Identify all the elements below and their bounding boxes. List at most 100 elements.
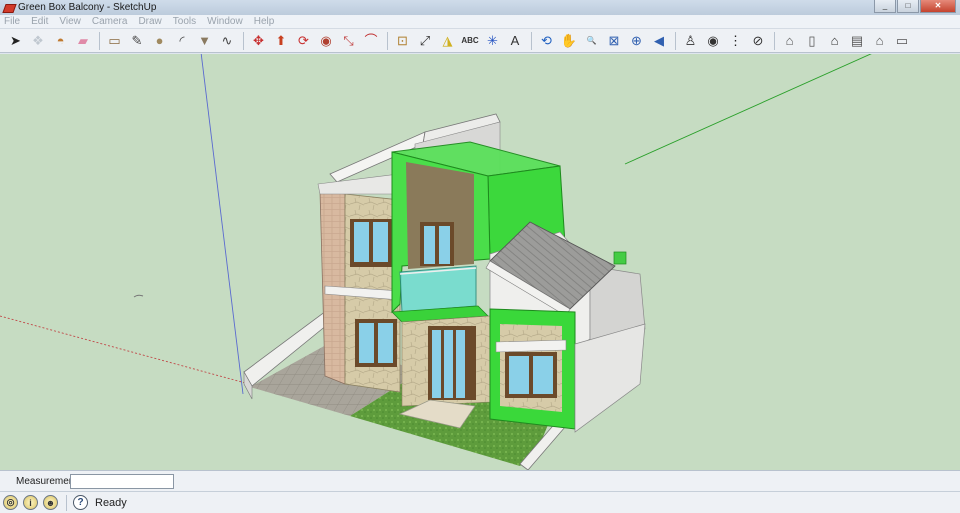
rectangle-tool[interactable]: ▭ (104, 30, 125, 51)
maximize-button[interactable]: □ (897, 0, 919, 13)
title-bar: Green Box Balcony - SketchUp _ □ ✕ (0, 0, 960, 15)
text-icon: ABC (461, 35, 479, 45)
zoom-extents-icon: ⊕ (631, 33, 642, 48)
eraser-tool[interactable]: ▰ (73, 30, 94, 51)
position-camera-tool[interactable]: ♙ (680, 30, 701, 51)
circle-icon: ● (155, 33, 164, 48)
minimize-button[interactable]: _ (874, 0, 896, 13)
paint-bucket-icon: ◓ (56, 33, 65, 48)
model-scene[interactable] (0, 54, 960, 470)
main-toolbar: ➤ ❖ ◓ ▰ ▭ ✎ ● ◜ ▼ ∿ ✥ ⬆ ⟳ ◉ ⤡ ⌒ ⊡ ⤢ ◮ ABC ✳ A ⟲ ✋ 🔍 ⊠ ⊕ ◀ ♙ ◉ ⋮ ⊘ ⌂ ▯ ⌂ ▤ ⌂ ▭ (0, 29, 960, 53)
sketchup-logo-icon (3, 2, 14, 13)
geo-location-icon[interactable]: ◎ (3, 495, 18, 510)
green-axis (624, 54, 872, 165)
menu-view[interactable]: View (59, 16, 81, 27)
3d-text-icon: A (510, 33, 520, 48)
move-tool[interactable]: ✥ (248, 30, 269, 51)
front-view[interactable]: ⌂ (824, 30, 845, 51)
menu-tools[interactable]: Tools (173, 16, 196, 27)
line-tool[interactable]: ✎ (127, 30, 148, 51)
polygon-tool[interactable]: ▼ (194, 30, 215, 51)
text-tool[interactable]: ABC (460, 30, 481, 51)
user-icon[interactable]: ☻ (43, 495, 58, 510)
back-view[interactable]: ⌂ (869, 30, 890, 51)
menu-window[interactable]: Window (207, 16, 243, 27)
measurements-bar: Measurements (0, 470, 960, 491)
status-bar: ◎ i ☻ ? Ready (0, 491, 960, 513)
measurements-label: Measurements (16, 475, 83, 487)
toolbar-separator (243, 31, 244, 50)
stray-edge (133, 294, 144, 298)
hand-icon: ✋ (560, 33, 578, 48)
make-component-tool[interactable]: ❖ (28, 30, 49, 51)
section-plane-tool[interactable]: ⊘ (748, 30, 769, 51)
circle-tool[interactable]: ● (149, 30, 170, 51)
magnifier-icon: 🔍 (586, 35, 597, 45)
offset-tool[interactable]: ⌒ (361, 30, 382, 51)
tape-measure-icon: ⊡ (397, 33, 408, 48)
left-view[interactable]: ▭ (892, 30, 913, 51)
zoom-window-tool[interactable]: ⊠ (604, 30, 625, 51)
previous-view-tool[interactable]: ◀ (649, 30, 670, 51)
freehand-tool[interactable]: ∿ (217, 30, 238, 51)
polygon-icon: ▼ (198, 33, 211, 48)
section-plane-icon: ⊘ (752, 33, 764, 48)
zoom-tool[interactable]: 🔍 (581, 30, 602, 51)
help-icon[interactable]: ? (73, 495, 88, 510)
protractor-tool[interactable]: ◮ (437, 30, 458, 51)
window-controls: _ □ ✕ (874, 0, 956, 13)
freehand-icon: ∿ (221, 33, 233, 48)
right-view[interactable]: ▤ (847, 30, 868, 51)
iso-view[interactable]: ⌂ (779, 30, 800, 51)
zoom-window-icon: ⊠ (608, 33, 620, 48)
eye-icon: ◉ (707, 33, 719, 48)
close-button[interactable]: ✕ (920, 0, 956, 13)
eraser-icon: ▰ (78, 33, 88, 48)
toolbar-separator (99, 31, 100, 50)
credits-icon[interactable]: i (23, 495, 38, 510)
previous-view-icon: ◀ (654, 33, 664, 48)
left-house-icon: ▭ (895, 33, 909, 48)
measurements-input[interactable] (70, 473, 174, 489)
tape-measure-tool[interactable]: ⊡ (392, 30, 413, 51)
axes-icon: ✳ (487, 33, 498, 48)
right-house-icon: ▤ (850, 33, 864, 48)
3d-text-tool[interactable]: A (505, 30, 526, 51)
scale-icon: ⤡ (343, 33, 354, 48)
window-title: Green Box Balcony - SketchUp (18, 2, 157, 13)
follow-me-icon: ◉ (320, 33, 332, 48)
follow-me-tool[interactable]: ◉ (316, 30, 337, 51)
menu-file[interactable]: File (4, 16, 20, 27)
arc-tool[interactable]: ◜ (172, 30, 193, 51)
top-view[interactable]: ▯ (802, 30, 823, 51)
menu-edit[interactable]: Edit (31, 16, 48, 27)
drawing-viewport[interactable] (0, 54, 960, 470)
paint-bucket-tool[interactable]: ◓ (50, 30, 71, 51)
menu-draw[interactable]: Draw (138, 16, 161, 27)
rotate-icon: ⟳ (298, 33, 309, 48)
menu-help[interactable]: Help (254, 16, 275, 27)
toolbar-separator (675, 31, 676, 50)
axes-tool[interactable]: ✳ (482, 30, 503, 51)
top-house-icon: ▯ (808, 33, 816, 48)
menu-camera[interactable]: Camera (92, 16, 128, 27)
pan-tool[interactable]: ✋ (559, 30, 580, 51)
green-chimney (613, 251, 627, 265)
window-canopy (495, 339, 567, 353)
orbit-tool[interactable]: ⟲ (536, 30, 557, 51)
offset-icon: ⌒ (364, 33, 378, 48)
pencil-icon: ✎ (131, 33, 143, 48)
walk-tool[interactable]: ⋮ (725, 30, 746, 51)
scale-tool[interactable]: ⤡ (338, 30, 359, 51)
rotate-tool[interactable]: ⟳ (293, 30, 314, 51)
push-pull-tool[interactable]: ⬆ (271, 30, 292, 51)
dimension-tool[interactable]: ⤢ (415, 30, 436, 51)
orbit-icon: ⟲ (541, 33, 552, 48)
look-around-tool[interactable]: ◉ (703, 30, 724, 51)
select-tool[interactable]: ➤ (5, 30, 26, 51)
move-icon: ✥ (253, 33, 264, 48)
front-house-icon: ⌂ (830, 33, 839, 48)
zoom-extents-tool[interactable]: ⊕ (626, 30, 647, 51)
upper-window-pane-right (373, 222, 388, 262)
toolbar-separator (387, 31, 388, 50)
